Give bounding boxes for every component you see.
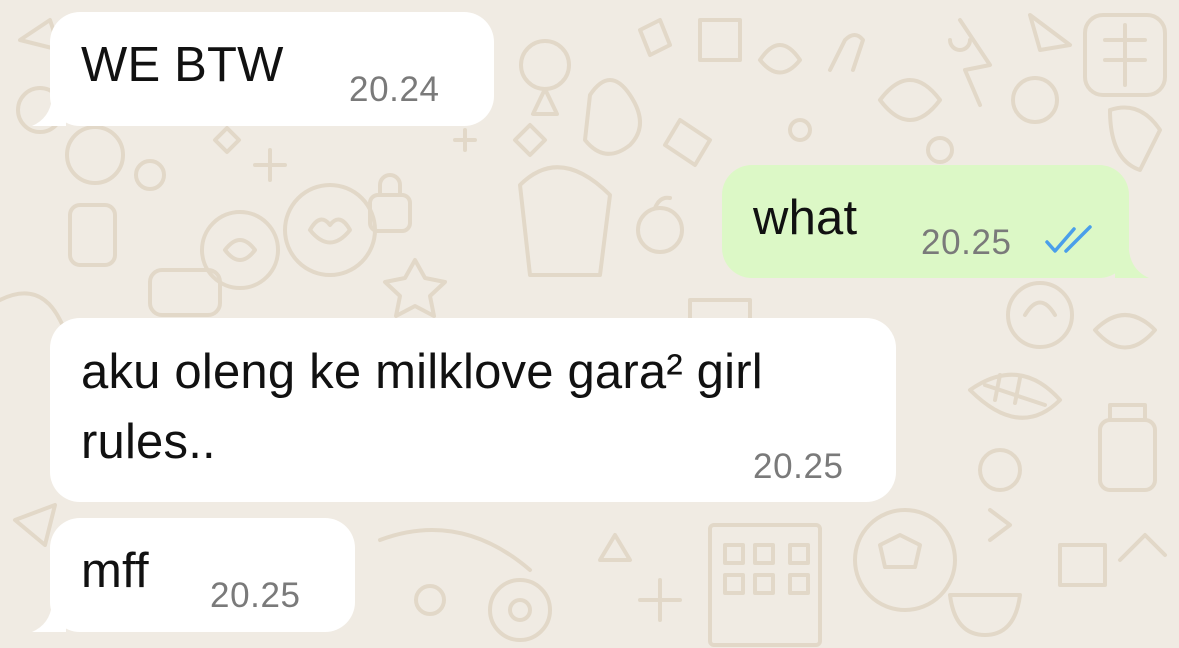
double-check-read-icon xyxy=(1045,225,1092,253)
message-time: 20.25 xyxy=(753,447,844,486)
message-text: mff xyxy=(81,544,149,598)
message-bubble-incoming[interactable]: mff 20.25 xyxy=(32,518,355,632)
message-time: 20.24 xyxy=(349,70,440,109)
message-text: what xyxy=(753,191,858,245)
message-text-line-1: aku oleng ke milklove gara² girl xyxy=(81,345,763,399)
bubble-tail xyxy=(1115,250,1149,278)
message-time: 20.25 xyxy=(921,223,1012,262)
message-text-line-2: rules.. xyxy=(81,415,216,469)
bubble-tail xyxy=(32,98,66,126)
message-time: 20.25 xyxy=(210,576,301,615)
message-bubble-incoming[interactable]: aku oleng ke milklove gara² girl rules..… xyxy=(50,318,896,502)
message-text: WE BTW xyxy=(81,38,284,92)
message-bubble-incoming[interactable]: WE BTW 20.24 xyxy=(32,12,494,126)
message-bubble-outgoing[interactable]: what 20.25 xyxy=(722,165,1149,278)
bubble-tail xyxy=(32,604,66,632)
